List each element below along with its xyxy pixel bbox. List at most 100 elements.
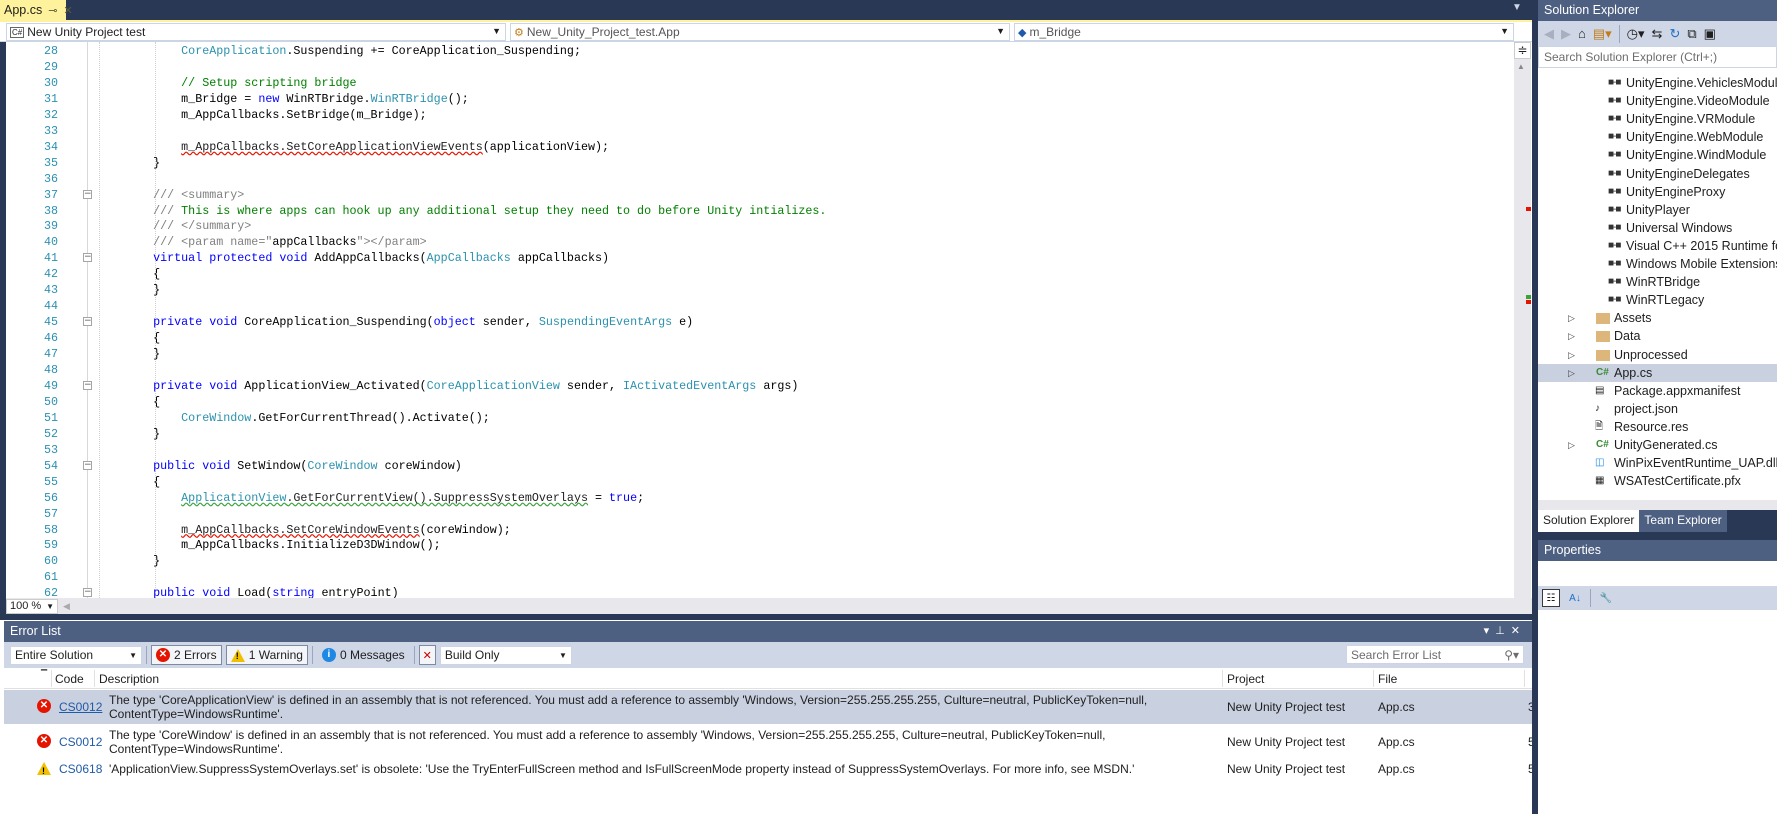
code-line[interactable]: 53 bbox=[0, 442, 1512, 458]
solution-item[interactable]: ▷ Unprocessed bbox=[1538, 346, 1777, 364]
error-code-link[interactable]: CS0012 bbox=[59, 735, 102, 749]
code-line[interactable]: 55 { bbox=[0, 474, 1512, 490]
solution-item[interactable]: ▤ Package.appxmanifest bbox=[1538, 382, 1777, 400]
zoom-dropdown[interactable]: 100 % ▼ bbox=[6, 598, 58, 614]
reference-item[interactable]: ■-■ WinRTLegacy bbox=[1538, 291, 1777, 309]
pin-icon[interactable]: ⊥ bbox=[1495, 625, 1511, 637]
scope-dropdown[interactable]: Entire Solution ▼ bbox=[10, 645, 142, 665]
code-line[interactable]: 28 CoreApplication.Suspending += CoreApp… bbox=[0, 43, 1512, 59]
error-code-link[interactable]: CS0012 bbox=[59, 700, 102, 714]
code-line[interactable]: 49 − private void ApplicationView_Activat… bbox=[0, 378, 1512, 394]
member-dropdown[interactable]: ◆ m_Bridge ▼ bbox=[1014, 23, 1514, 41]
expand-arrow-icon[interactable]: ▷ bbox=[1568, 364, 1575, 382]
switch-views-icon[interactable]: ▤▾ bbox=[1593, 26, 1612, 42]
search-error-list-input[interactable]: Search Error List ⚲▾ bbox=[1346, 645, 1524, 664]
reference-item[interactable]: ■-■ Universal Windows bbox=[1538, 219, 1777, 237]
code-line[interactable]: 35 } bbox=[0, 155, 1512, 171]
collapse-icon[interactable]: − bbox=[83, 460, 92, 470]
tab-overflow-dropdown-icon[interactable]: ▼ bbox=[1512, 2, 1522, 13]
close-icon[interactable]: ✕ bbox=[63, 4, 72, 17]
code-line[interactable]: 54 − public void SetWindow(CoreWindow cor… bbox=[0, 458, 1512, 474]
horizontal-scrollbar[interactable]: 100 % ▼ ◀ bbox=[6, 598, 1532, 614]
reference-item[interactable]: ■-■ UnityEngine.VehiclesModule bbox=[1538, 74, 1777, 92]
refresh-icon[interactable]: ↻ bbox=[1669, 26, 1680, 42]
solution-item[interactable]: ▷ Data bbox=[1538, 327, 1777, 345]
build-filter-dropdown[interactable]: Build Only ▼ bbox=[439, 645, 572, 665]
collapse-icon[interactable]: − bbox=[83, 253, 92, 263]
code-line[interactable]: 30 // Setup scripting bridge bbox=[0, 75, 1512, 91]
type-dropdown[interactable]: ⚙ New_Unity_Project_test.App ▼ bbox=[510, 23, 1010, 41]
code-line[interactable]: 61 bbox=[0, 569, 1512, 585]
error-row[interactable]: ! CS0618 'ApplicationView.SuppressSystemOv… bbox=[4, 759, 1532, 779]
code-line[interactable]: 39 /// </summary> bbox=[0, 218, 1512, 234]
forward-icon[interactable]: ▶ bbox=[1561, 26, 1571, 42]
collapse-icon[interactable]: − bbox=[83, 588, 92, 598]
solution-item[interactable]: ♪ project.json bbox=[1538, 400, 1777, 418]
code-line[interactable]: 58 m_AppCallbacks.SetCoreWindowEvents(co… bbox=[0, 522, 1512, 538]
scroll-left-icon[interactable]: ◀ bbox=[63, 601, 70, 612]
code-editor[interactable]: 28 CoreApplication.Suspending += CoreApp… bbox=[0, 42, 1532, 598]
solution-item[interactable]: ▷ Assets bbox=[1538, 309, 1777, 327]
error-marker[interactable] bbox=[1526, 207, 1531, 211]
error-code-link[interactable]: CS0618 bbox=[59, 762, 102, 776]
code-line[interactable]: 46 { bbox=[0, 330, 1512, 346]
sync-with-document-icon[interactable]: ⇆ bbox=[1652, 26, 1663, 42]
alphabetical-sort-icon[interactable]: A↓ bbox=[1566, 589, 1584, 607]
column-header-description[interactable]: Description bbox=[99, 672, 159, 686]
error-row[interactable]: ✕ CS0012 The type 'CoreWindow' is defined … bbox=[4, 725, 1532, 758]
collapse-icon[interactable]: − bbox=[83, 317, 92, 327]
solution-item[interactable]: ▷ C# App.cs bbox=[1538, 363, 1777, 382]
code-line[interactable]: 33 bbox=[0, 123, 1512, 139]
code-line[interactable]: 38 /// This is where apps can hook up an… bbox=[0, 203, 1512, 219]
reference-item[interactable]: ■-■ UnityEngine.VRModule bbox=[1538, 110, 1777, 128]
code-line[interactable]: 43 } bbox=[0, 282, 1512, 298]
code-line[interactable]: 42 { bbox=[0, 266, 1512, 282]
pending-changes-filter-icon[interactable]: ◷▾ bbox=[1627, 26, 1645, 42]
code-line[interactable]: 57 bbox=[0, 506, 1512, 522]
error-row[interactable]: ✕ CS0012 The type 'CoreApplicationView' is… bbox=[4, 690, 1532, 724]
property-pages-icon[interactable]: 🔧 bbox=[1597, 589, 1615, 607]
reference-item[interactable]: ■-■ UnityPlayer bbox=[1538, 201, 1777, 219]
code-line[interactable]: 31 m_Bridge = new WinRTBridge.WinRTBridg… bbox=[0, 91, 1512, 107]
code-line[interactable]: 48 bbox=[0, 362, 1512, 378]
code-line[interactable]: 56 ApplicationView.GetForCurrentView().S… bbox=[0, 490, 1512, 506]
reference-item[interactable]: ■-■ UnityEngineProxy bbox=[1538, 183, 1777, 201]
code-line[interactable]: 45 − private void CoreApplication_Suspend… bbox=[0, 314, 1512, 330]
tab-app-cs[interactable]: App.cs ⊸ ✕ bbox=[0, 0, 73, 20]
expand-arrow-icon[interactable]: ▷ bbox=[1568, 346, 1575, 364]
code-line[interactable]: 34 m_AppCallbacks.SetCoreApplicationView… bbox=[0, 139, 1512, 155]
code-line[interactable]: 36 bbox=[0, 171, 1512, 187]
error-marker[interactable] bbox=[1526, 300, 1531, 304]
reference-item[interactable]: ■-■ Visual C++ 2015 Runtime for bbox=[1538, 237, 1777, 255]
column-header-project[interactable]: Project bbox=[1227, 672, 1264, 686]
code-line[interactable]: 40 /// <param name="appCallbacks"></para… bbox=[0, 234, 1512, 250]
vertical-scrollbar[interactable] bbox=[1514, 42, 1531, 598]
search-icon[interactable]: ⚲▾ bbox=[1504, 648, 1519, 662]
collapse-icon[interactable]: − bbox=[83, 189, 92, 199]
collapse-all-icon[interactable]: ⧉ bbox=[1687, 26, 1696, 42]
expand-arrow-icon[interactable]: ▷ bbox=[1568, 436, 1575, 454]
code-line[interactable]: 41 − virtual protected void AddAppCallbac… bbox=[0, 250, 1512, 266]
reference-item[interactable]: ■-■ UnityEngine.WebModule bbox=[1538, 128, 1777, 146]
reference-item[interactable]: ■-■ WinRTBridge bbox=[1538, 273, 1777, 291]
tab-solution-explorer[interactable]: Solution Explorer bbox=[1538, 510, 1640, 532]
collapse-icon[interactable]: − bbox=[83, 380, 92, 390]
solution-item[interactable]: ◫ WinPixEventRuntime_UAP.dll bbox=[1538, 454, 1777, 472]
messages-filter-button[interactable]: i0 Messages bbox=[317, 645, 410, 665]
code-line[interactable]: 62 − public void Load(string entryPoint) bbox=[0, 585, 1512, 598]
scroll-up-icon[interactable]: ▲ bbox=[1517, 62, 1525, 71]
solution-item[interactable]: 🗎 Resource.res bbox=[1538, 418, 1777, 436]
close-icon[interactable]: ✕ bbox=[1511, 625, 1526, 637]
home-icon[interactable]: ⌂ bbox=[1578, 26, 1586, 41]
solution-explorer-search-input[interactable]: Search Solution Explorer (Ctrl+;) bbox=[1538, 46, 1777, 68]
properties-object-selector[interactable] bbox=[1538, 561, 1777, 586]
code-line[interactable]: 51 CoreWindow.GetForCurrentThread().Acti… bbox=[0, 410, 1512, 426]
split-window-icon[interactable]: ≑ bbox=[1514, 42, 1531, 59]
expand-arrow-icon[interactable]: ▷ bbox=[1568, 309, 1575, 327]
reference-item[interactable]: ■-■ UnityEngine.WindModule bbox=[1538, 146, 1777, 164]
code-line[interactable]: 52 } bbox=[0, 426, 1512, 442]
code-line[interactable]: 60 } bbox=[0, 553, 1512, 569]
project-dropdown[interactable]: C# New Unity Project test ▼ bbox=[6, 23, 506, 41]
code-line[interactable]: 50 { bbox=[0, 394, 1512, 410]
code-line[interactable]: 44 bbox=[0, 298, 1512, 314]
